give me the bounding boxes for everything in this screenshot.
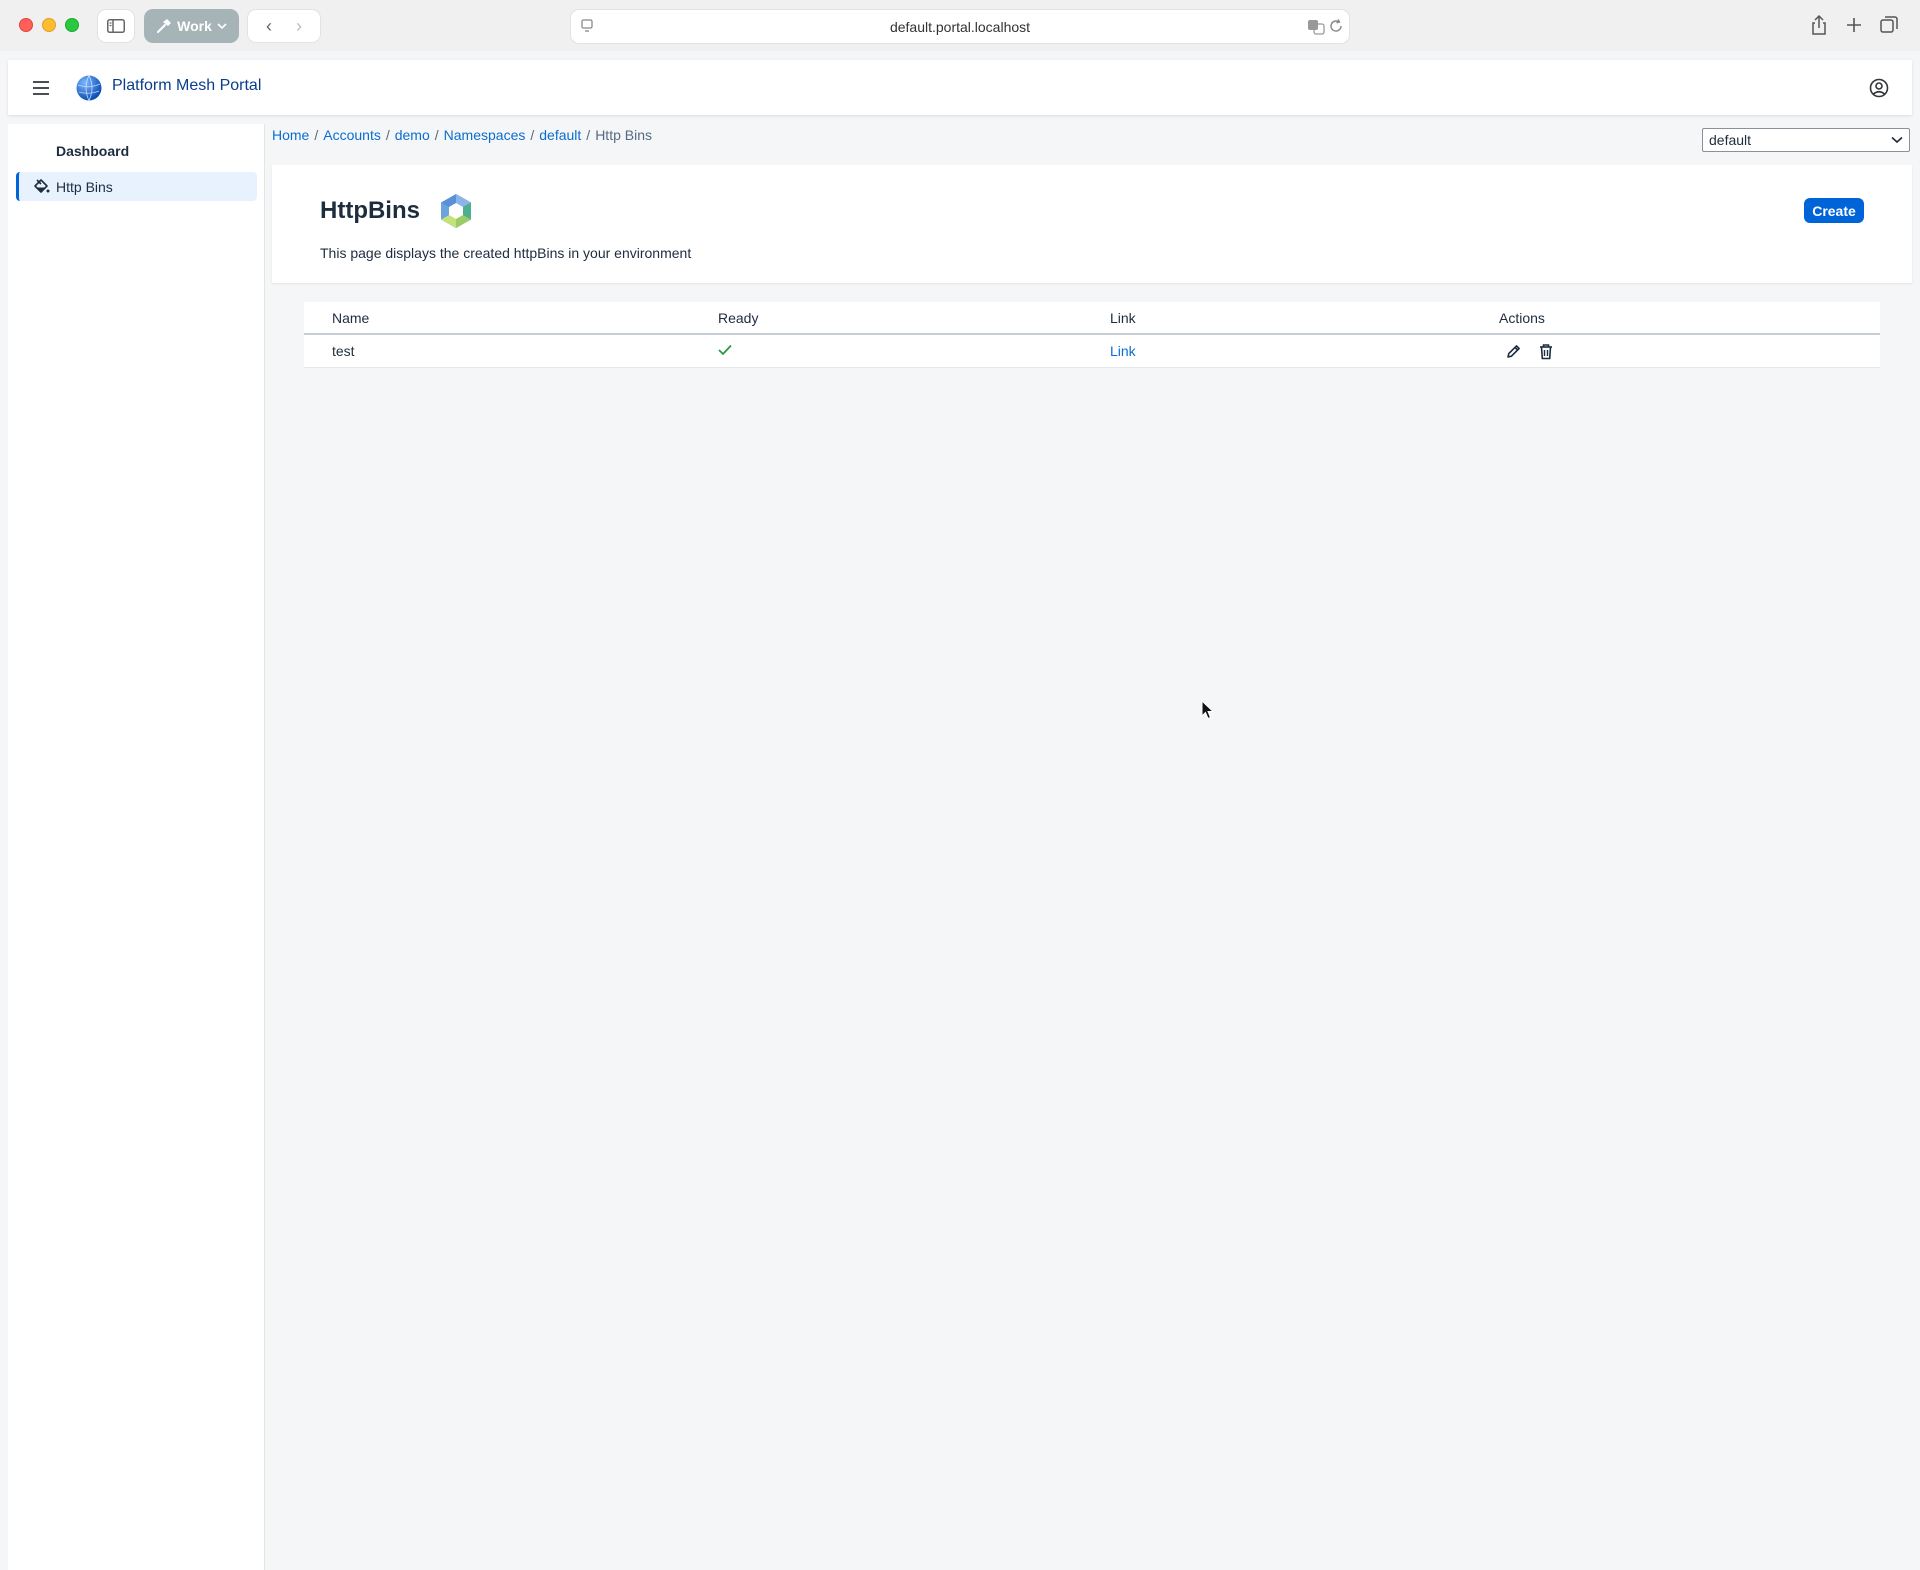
chevron-down-icon <box>217 22 227 29</box>
portal-logo-icon <box>76 75 102 101</box>
breadcrumb-separator: / <box>586 127 591 143</box>
httpbins-table: Name Ready Link Actions test Link <box>304 302 1880 368</box>
translate-icon[interactable] <box>1307 19 1325 35</box>
history-nav: ‹ › <box>247 9 321 43</box>
sidebar-item-label: Dashboard <box>56 142 130 159</box>
breadcrumb-namespaces[interactable]: Namespaces <box>444 127 526 143</box>
table-header-row: Name Ready Link Actions <box>304 302 1880 335</box>
sidebar-item-dashboard[interactable]: Dashboard <box>16 136 257 165</box>
side-navigation: Dashboard Http Bins <box>8 124 265 1570</box>
create-button[interactable]: Create <box>1804 198 1864 223</box>
httpbin-name: test <box>332 343 355 359</box>
back-icon[interactable]: ‹ <box>266 16 272 37</box>
breadcrumb-separator: / <box>385 127 390 143</box>
namespace-select-value: default <box>1709 132 1752 148</box>
breadcrumb-account-demo[interactable]: demo <box>395 127 430 143</box>
breadcrumb: Home / Accounts / demo / Namespaces / de… <box>272 127 652 143</box>
httpbin-link[interactable]: Link <box>1110 343 1136 359</box>
user-profile-icon[interactable] <box>1868 77 1890 99</box>
httpbin-hexagon-icon <box>441 194 471 228</box>
breadcrumb-separator: / <box>530 127 535 143</box>
edit-pencil-icon[interactable] <box>1505 343 1522 360</box>
column-header-actions: Actions <box>1499 309 1545 326</box>
column-header-ready: Ready <box>718 309 759 326</box>
address-bar[interactable]: default.portal.localhost <box>570 9 1350 44</box>
reload-icon[interactable] <box>1329 19 1343 33</box>
breadcrumb-accounts[interactable]: Accounts <box>323 127 381 143</box>
hamburger-menu-icon[interactable] <box>30 77 52 99</box>
mouse-cursor-icon <box>1201 700 1215 720</box>
breadcrumb-home[interactable]: Home <box>272 127 309 143</box>
breadcrumb-separator: / <box>434 127 439 143</box>
minimize-window-button[interactable] <box>42 18 56 32</box>
namespace-select[interactable]: default <box>1702 128 1910 152</box>
sidebar-toggle-button[interactable] <box>97 9 135 43</box>
paint-bucket-icon <box>34 179 50 193</box>
delete-trash-icon[interactable] <box>1538 343 1554 360</box>
hammer-icon <box>157 19 172 33</box>
share-icon[interactable] <box>1808 14 1830 36</box>
row-actions <box>1471 343 1860 360</box>
zoom-window-button[interactable] <box>65 18 79 32</box>
page-description: This page displays the created httpBins … <box>320 245 692 261</box>
breadcrumb-current: Http Bins <box>595 127 652 143</box>
new-tab-icon[interactable] <box>1843 14 1865 36</box>
shell-bar: Platform Mesh Portal <box>8 60 1912 115</box>
breadcrumb-separator: / <box>314 127 319 143</box>
chevron-down-icon <box>1891 136 1903 144</box>
httpbin-link-cell: Link <box>1082 343 1471 359</box>
profile-switcher[interactable]: Work <box>144 9 239 43</box>
close-window-button[interactable] <box>19 18 33 32</box>
checkmark-icon <box>718 344 732 356</box>
table-row[interactable]: test Link <box>304 335 1880 368</box>
profile-label: Work <box>177 18 212 34</box>
tab-overview-icon[interactable] <box>1878 14 1900 36</box>
sidebar-item-http-bins[interactable]: Http Bins <box>16 172 257 201</box>
breadcrumb-namespace-default[interactable]: default <box>539 127 581 143</box>
page-header: HttpBins This page displays the created … <box>272 165 1912 283</box>
column-header-name: Name <box>332 309 370 326</box>
ready-status <box>693 343 1082 359</box>
url-text: default.portal.localhost <box>889 18 1031 35</box>
column-header-link: Link <box>1110 309 1136 326</box>
sidebar-icon <box>107 19 125 33</box>
page-title: HttpBins <box>320 197 420 224</box>
page-menu-icon[interactable] <box>581 19 597 33</box>
browser-toolbar: Work ‹ › default.portal.localhost <box>0 0 1920 51</box>
forward-icon[interactable]: › <box>296 16 302 37</box>
sidebar-item-label: Http Bins <box>56 178 113 195</box>
app-title[interactable]: Platform Mesh Portal <box>112 77 261 95</box>
